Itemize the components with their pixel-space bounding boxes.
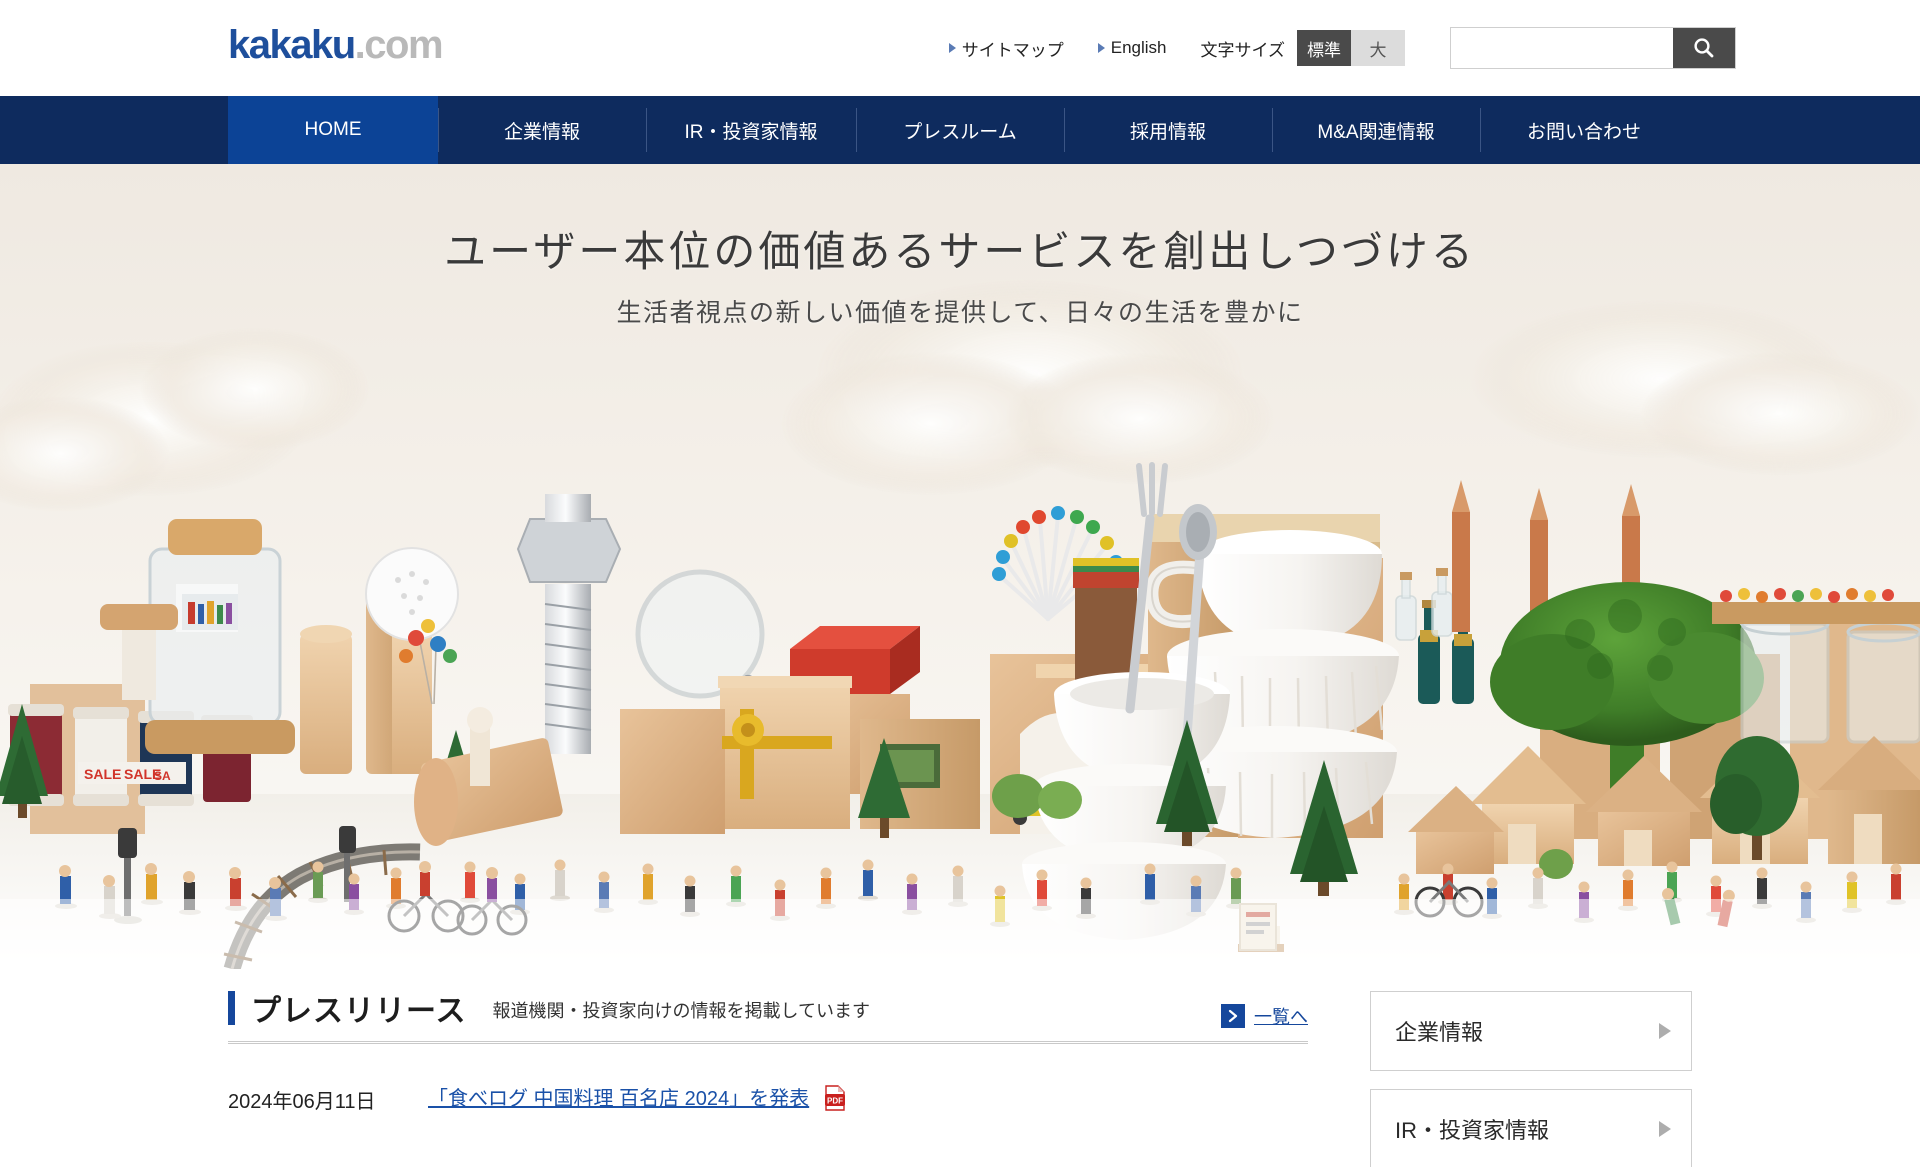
hero-diorama-image: SALE SALE SA	[0, 164, 1920, 969]
chevron-right-icon	[1659, 1121, 1671, 1137]
triangle-right-icon	[1097, 43, 1105, 53]
site-header: kakaku.com サイトマップ English 文字サイズ 標準 大	[0, 0, 1920, 96]
nav-item-ma[interactable]: M&A関連情報	[1272, 96, 1480, 164]
svg-text:SALE: SALE	[84, 766, 121, 782]
sidebar: 企業情報 IR・投資家情報	[1370, 991, 1692, 1167]
svg-text:PDF: PDF	[827, 1097, 843, 1106]
cork-base	[145, 720, 295, 754]
more-link-label: 一覧へ	[1254, 1007, 1308, 1027]
press-release-section: プレスリリース 報道機関・投資家向けの情報を掲載しています 一覧へ 2024年0…	[228, 991, 1308, 1167]
logo-primary: kakaku	[228, 23, 356, 67]
triangle-right-icon	[948, 43, 956, 53]
header-utility-bar: サイトマップ English 文字サイズ 標準 大	[948, 0, 1920, 96]
search-button[interactable]	[1673, 28, 1735, 68]
sitemap-link[interactable]: サイトマップ	[948, 36, 1064, 61]
chevron-right-icon	[1659, 1023, 1671, 1039]
chevron-right-icon	[1221, 1004, 1245, 1028]
search-icon	[1694, 38, 1714, 58]
press-release-more-link[interactable]: 一覧へ	[1221, 1003, 1308, 1029]
content-wrapper: プレスリリース 報道機関・投資家向けの情報を掲載しています 一覧へ 2024年0…	[228, 991, 1692, 1167]
sidebar-item-label: 企業情報	[1395, 1020, 1484, 1045]
press-release-title-cell: 「食べログ 中国料理 百名店 2024」を発表 PDF	[428, 1082, 846, 1116]
svg-text:SA: SA	[154, 769, 171, 783]
sale-banner: SALE SALE SA	[78, 762, 186, 784]
press-release-link[interactable]: 「食べログ 中国料理 百名店 2024」を発表	[428, 1088, 809, 1110]
nav-item-company[interactable]: 企業情報	[438, 96, 646, 164]
nav-item-contact[interactable]: お問い合わせ	[1480, 96, 1688, 164]
nav-left-spacer	[0, 96, 228, 164]
hero-banner[interactable]: SALE SALE SA ユーザー本位の価値あるサービスを創出しつづける 生活者…	[0, 164, 1920, 969]
font-size-standard-button[interactable]: 標準	[1297, 30, 1351, 66]
sidebar-item-ir[interactable]: IR・投資家情報	[1370, 1089, 1692, 1167]
section-accent-bar	[228, 991, 235, 1025]
section-description: 報道機関・投資家向けの情報を掲載しています	[492, 1001, 870, 1021]
pdf-icon[interactable]: PDF	[824, 1085, 846, 1116]
sitemap-label: サイトマップ	[961, 40, 1064, 60]
sidebar-item-label: IR・投資家情報	[1395, 1118, 1550, 1143]
english-label: English	[1110, 38, 1167, 57]
press-release-date: 2024年06月11日	[228, 1090, 376, 1113]
press-release-item: 2024年06月11日 「食べログ 中国料理 百名店 2024」を発表 PDF	[228, 1044, 1308, 1116]
sidebar-item-company[interactable]: 企業情報	[1370, 991, 1692, 1071]
font-size-large-button[interactable]: 大	[1351, 30, 1405, 66]
page-content: プレスリリース 報道機関・投資家向けの情報を掲載しています 一覧へ 2024年0…	[0, 969, 1920, 1167]
font-size-label: 文字サイズ	[1200, 40, 1286, 60]
site-logo[interactable]: kakaku.com	[228, 23, 444, 67]
nav-item-home[interactable]: HOME	[228, 96, 438, 164]
press-release-header: プレスリリース 報道機関・投資家向けの情報を掲載しています 一覧へ	[228, 991, 1308, 1044]
search-box	[1450, 27, 1736, 69]
nav-item-ir[interactable]: IR・投資家情報	[646, 96, 856, 164]
nav-item-pressroom[interactable]: プレスルーム	[856, 96, 1064, 164]
english-link[interactable]: English	[1097, 38, 1167, 58]
page-title: プレスリリース	[251, 995, 467, 1028]
nav-item-recruit[interactable]: 採用情報	[1064, 96, 1272, 164]
flower-bed	[1712, 588, 1920, 624]
search-input[interactable]	[1451, 28, 1673, 68]
main-navigation: HOME 企業情報 IR・投資家情報 プレスルーム 採用情報 M&A関連情報 お…	[0, 96, 1920, 164]
logo-dot: .	[354, 23, 366, 67]
logo-suffix: com	[364, 23, 443, 67]
